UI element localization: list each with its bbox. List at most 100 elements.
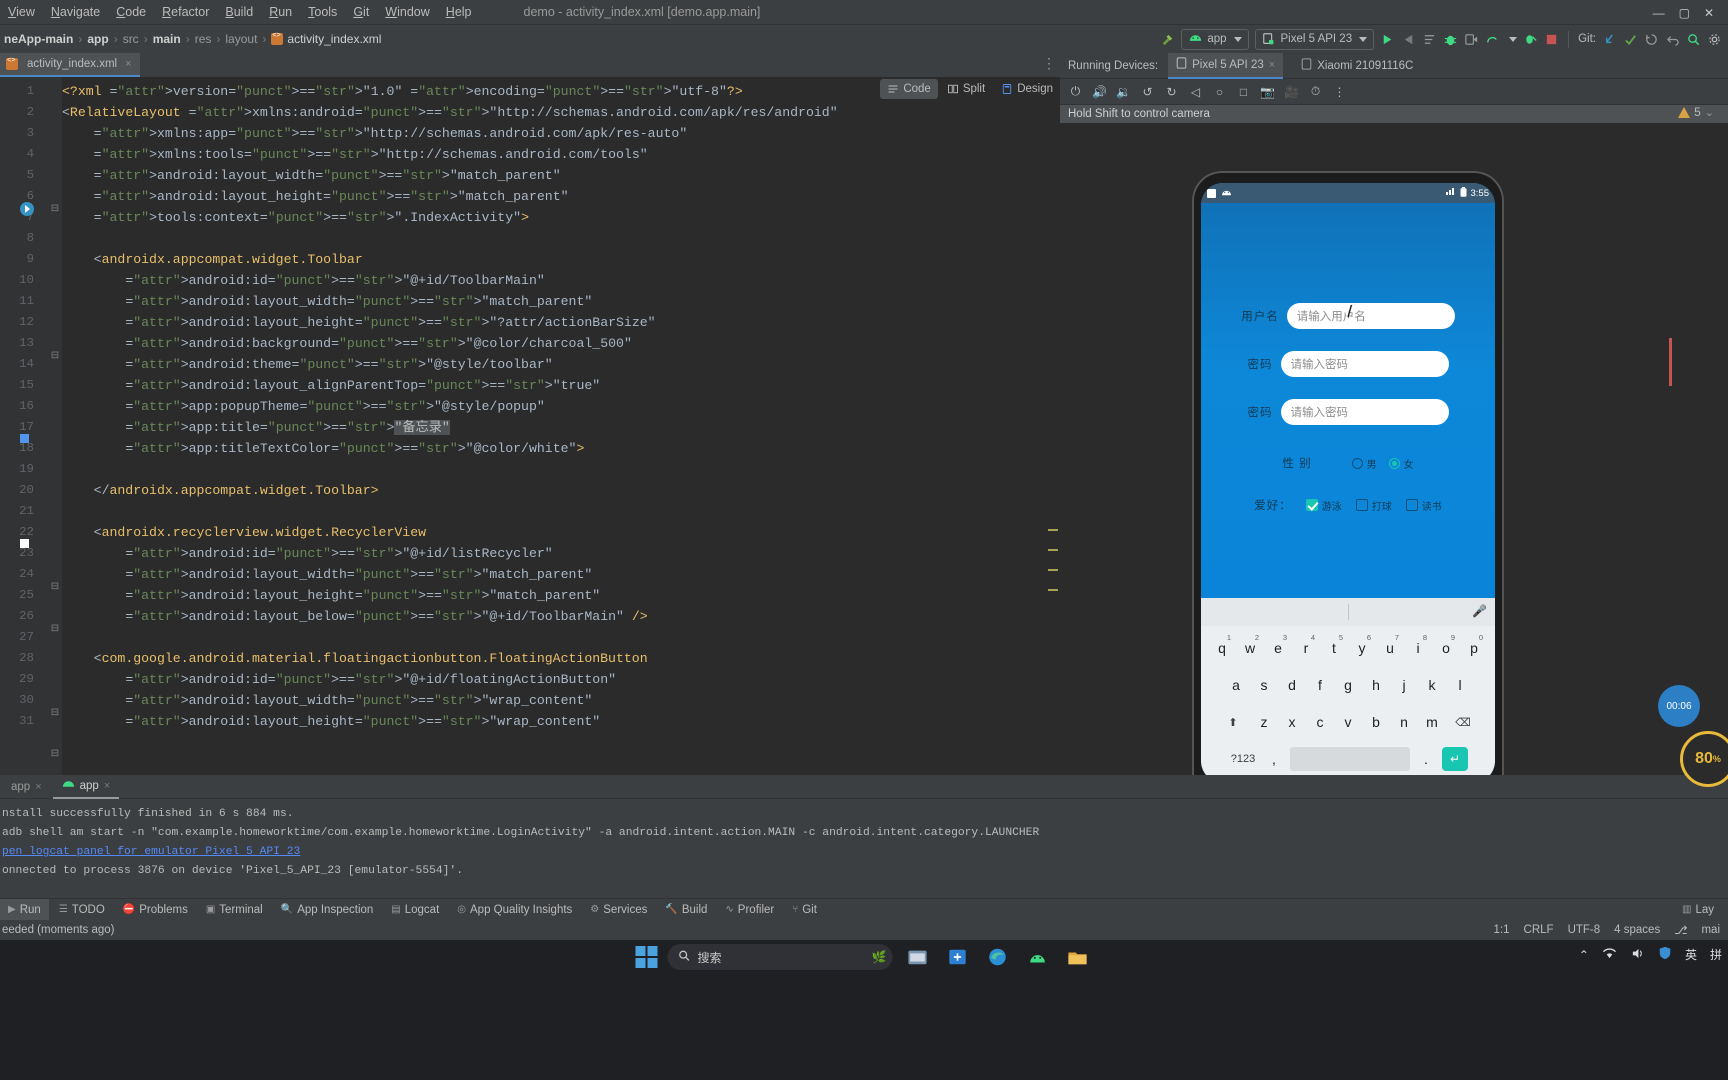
- code-line[interactable]: ="attr">android:background="punct">=="st…: [62, 333, 1060, 354]
- checkbox-ball-icon[interactable]: [1355, 499, 1368, 511]
- run-tab-app-2[interactable]: app ×: [52, 775, 120, 799]
- run-console-output[interactable]: nstall successfully finished in 6 s 884 …: [0, 799, 1728, 881]
- minimize-button[interactable]: —: [1653, 7, 1665, 19]
- menu-item-code[interactable]: Code: [108, 3, 154, 21]
- history-icon[interactable]: [1644, 32, 1659, 47]
- symbols-key[interactable]: ?123: [1228, 744, 1258, 774]
- editor-tab-activity-index[interactable]: activity_index.xml ×: [0, 53, 140, 77]
- backspace-key[interactable]: ⌫: [1448, 707, 1478, 737]
- keyboard-row-3[interactable]: ⬆ z x c v b n m ⌫: [1201, 707, 1495, 737]
- tool-window-problems[interactable]: ⛔ Problems: [115, 899, 196, 921]
- android-studio-icon[interactable]: [1023, 944, 1053, 970]
- mode-design[interactable]: Design: [994, 79, 1060, 99]
- settings-icon[interactable]: [1707, 32, 1722, 47]
- run-icon[interactable]: [1380, 32, 1395, 47]
- close-button[interactable]: ✕: [1704, 7, 1714, 19]
- chevron-up-icon[interactable]: ⌃: [1579, 948, 1589, 962]
- key-c[interactable]: c: [1308, 707, 1332, 737]
- microphone-icon[interactable]: 🎤: [1472, 604, 1487, 618]
- code-line[interactable]: ="attr">android:layout_width="punct">=="…: [62, 291, 1060, 312]
- ime-mode-indicator[interactable]: 拼: [1710, 946, 1722, 963]
- code-line[interactable]: ="attr">android:id="punct">=="str">"@+id…: [62, 543, 1060, 564]
- fold-marker-icon[interactable]: ⊟: [48, 581, 62, 592]
- bookmark-marker[interactable]: [20, 539, 29, 548]
- tool-window-todo[interactable]: ☰ TODO: [51, 899, 113, 921]
- key-y[interactable]: 6y: [1350, 633, 1374, 663]
- tool-window-profiler[interactable]: ∿ Profiler: [717, 899, 782, 921]
- code-line[interactable]: [62, 501, 1060, 522]
- snapshot-icon[interactable]: ⏱: [1308, 84, 1323, 99]
- bookmark-marker[interactable]: [20, 434, 29, 443]
- code-line[interactable]: ="attr">android:layout_width="punct">=="…: [62, 165, 1060, 186]
- overview-icon[interactable]: □: [1236, 84, 1251, 99]
- folder-icon[interactable]: [1063, 944, 1093, 970]
- code-line[interactable]: <RelativeLayout ="attr">xmlns:android="p…: [62, 102, 1060, 123]
- power-icon[interactable]: ⏻: [1068, 84, 1083, 99]
- key-t[interactable]: 5t: [1322, 633, 1346, 663]
- code-editor[interactable]: 1 2 3 4 5 6 7 8 9 10 11 12 13 14 15 16 17 18 19 20 21 22 23 24 2…: [0, 77, 1060, 775]
- code-text[interactable]: <?xml ="attr">version="punct">=="str">"1…: [62, 77, 1060, 775]
- key-g[interactable]: g: [1336, 670, 1360, 700]
- close-run-tab-icon[interactable]: ×: [35, 781, 41, 793]
- tool-window-logcat[interactable]: ▤ Logcat: [383, 899, 447, 921]
- tool-window-services[interactable]: ⚙ Services: [582, 899, 655, 921]
- menu-item-run[interactable]: Run: [261, 3, 300, 21]
- breadcrumb-item-app[interactable]: app: [87, 32, 108, 46]
- home-icon[interactable]: ○: [1212, 84, 1227, 99]
- menu-item-window[interactable]: Window: [377, 3, 437, 21]
- store-icon[interactable]: [943, 944, 973, 970]
- device-tab-xiaomi[interactable]: Xiaomi 21091116C: [1293, 53, 1421, 79]
- menu-item-refactor[interactable]: Refactor: [154, 3, 217, 21]
- code-line[interactable]: ="attr">android:layout_height="punct">==…: [62, 186, 1060, 207]
- console-link[interactable]: pen logcat panel for emulator Pixel 5 AP…: [2, 843, 1728, 862]
- menu-item-build[interactable]: Build: [217, 3, 261, 21]
- mode-split[interactable]: Split: [940, 79, 992, 99]
- code-line[interactable]: ="attr">app:popupTheme="punct">=="str">"…: [62, 396, 1060, 417]
- run-tab-app-1[interactable]: app ×: [2, 775, 51, 799]
- commit-icon[interactable]: [1623, 32, 1638, 47]
- chevron-down-icon[interactable]: [1509, 36, 1518, 42]
- breadcrumb-item-src[interactable]: src: [123, 32, 139, 46]
- run-configuration-selector[interactable]: app: [1181, 28, 1249, 50]
- key-m[interactable]: m: [1420, 707, 1444, 737]
- code-line[interactable]: [62, 228, 1060, 249]
- code-line[interactable]: ="attr">android:layout_height="punct">==…: [62, 312, 1060, 333]
- close-device-tab-icon[interactable]: ×: [1269, 59, 1275, 71]
- tab-overflow-icon[interactable]: ⋮: [1042, 55, 1056, 72]
- search-everywhere-icon[interactable]: [1686, 32, 1701, 47]
- edge-icon[interactable]: [983, 944, 1013, 970]
- breadcrumb-item-layout[interactable]: layout: [225, 32, 257, 46]
- file-encoding[interactable]: UTF-8: [1568, 924, 1601, 936]
- code-line[interactable]: [62, 459, 1060, 480]
- keyboard-row-2[interactable]: asdfghjkl: [1201, 670, 1495, 700]
- key-e[interactable]: 3e: [1266, 633, 1290, 663]
- taskbar-search-box[interactable]: 搜索 🌿: [667, 944, 893, 970]
- code-line[interactable]: ="attr">android:layout_height="punct">==…: [62, 711, 1060, 732]
- key-v[interactable]: v: [1336, 707, 1360, 737]
- shield-icon[interactable]: [1658, 946, 1672, 963]
- key-w[interactable]: 2w: [1238, 633, 1262, 663]
- run-gutter-icon[interactable]: [20, 202, 34, 216]
- key-r[interactable]: 4r: [1294, 633, 1318, 663]
- tool-window-terminal[interactable]: ▣ Terminal: [198, 899, 271, 921]
- space-key[interactable]: [1290, 747, 1410, 771]
- record-icon[interactable]: 🎥: [1284, 84, 1299, 99]
- rerun-icon[interactable]: [1401, 32, 1416, 47]
- gender-option-male[interactable]: 男: [1351, 456, 1377, 471]
- code-line[interactable]: ="attr">app:titleTextColor="punct">=="st…: [62, 438, 1060, 459]
- code-line[interactable]: ="attr">xmlns:tools="punct">=="str">"htt…: [62, 144, 1060, 165]
- fold-marker-icon[interactable]: ⊟: [48, 707, 62, 718]
- code-line[interactable]: ="attr">android:theme="punct">=="str">"@…: [62, 354, 1060, 375]
- editor-gutter[interactable]: 1 2 3 4 5 6 7 8 9 10 11 12 13 14 15 16 17 18 19 20 21 22 23 24 2…: [0, 77, 48, 775]
- key-k[interactable]: k: [1420, 670, 1444, 700]
- emulator-screen[interactable]: 3:55 用户名 请输入用户名 密码 请输入密码 密码 请输入密码 性 别 男 …: [1201, 183, 1495, 783]
- period-key[interactable]: .: [1414, 744, 1438, 774]
- key-a[interactable]: a: [1224, 670, 1248, 700]
- code-line[interactable]: </androidx.appcompat.widget.Toolbar>: [62, 480, 1060, 501]
- update-project-icon[interactable]: [1602, 32, 1617, 47]
- code-line[interactable]: ="attr">android:id="punct">=="str">"@+id…: [62, 669, 1060, 690]
- fold-marker-icon[interactable]: ⊟: [48, 350, 62, 361]
- code-line[interactable]: ="attr">tools:context="punct">=="str">".…: [62, 207, 1060, 228]
- key-x[interactable]: x: [1280, 707, 1304, 737]
- tool-window-run[interactable]: ▶ Run: [0, 898, 49, 921]
